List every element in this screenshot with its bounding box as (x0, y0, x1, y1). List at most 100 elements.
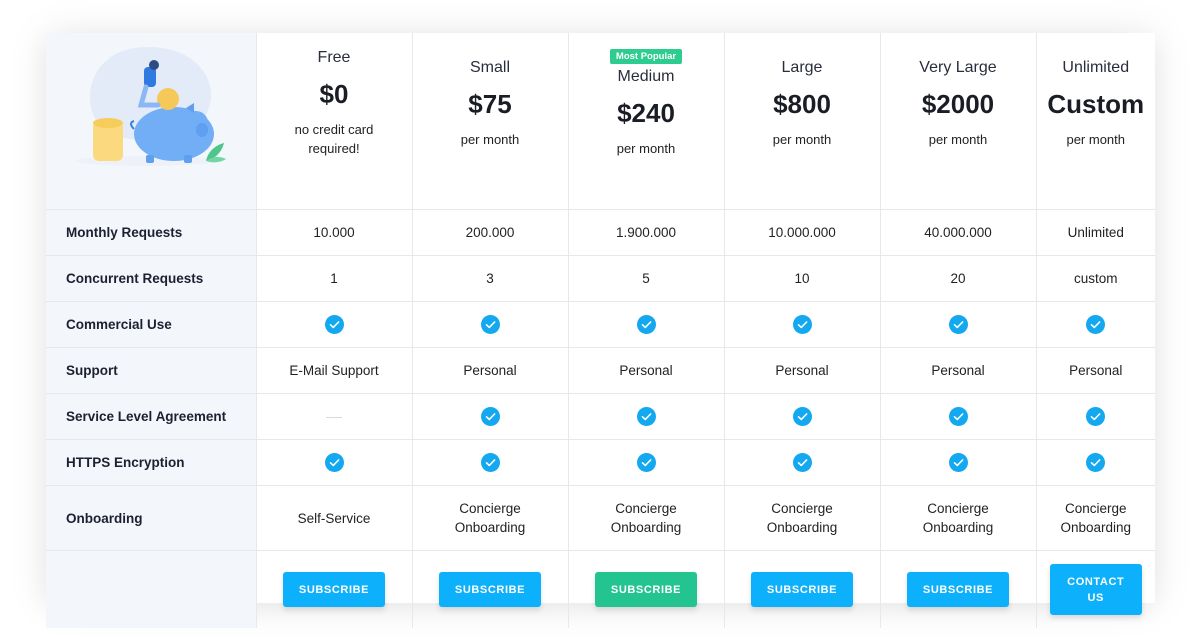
checkmark-icon (324, 453, 344, 472)
feature-label: Commercial Use (46, 301, 257, 348)
feature-value-line: Concierge (615, 501, 677, 516)
plan-price: $75 (468, 89, 512, 119)
feature-value: 20 (879, 255, 1037, 302)
feature-value: E-Mail Support (255, 347, 413, 394)
feature-value-line: Concierge (771, 501, 833, 516)
plan-header-small: Small $75 per month (411, 33, 569, 209)
feature-value-cell (723, 439, 881, 486)
empty-label-cell (46, 550, 257, 628)
feature-label: HTTPS Encryption (46, 439, 257, 486)
plan-header-row: Free $0 no credit card required! Small $… (46, 33, 1155, 209)
feature-value-cell (411, 439, 569, 486)
feature-label: Monthly Requests (46, 209, 257, 256)
pricing-table: Free $0 no credit card required! Small $… (46, 33, 1155, 209)
pricing-table-card: Free $0 no credit card required! Small $… (46, 33, 1155, 628)
feature-value-cell (879, 301, 1037, 348)
checkmark-icon (792, 453, 812, 472)
subscribe-button[interactable]: SUBSCRIBE (439, 572, 541, 607)
plan-name: Unlimited (1062, 59, 1130, 76)
not-included-dash-icon (326, 416, 342, 418)
checkmark-icon (480, 315, 500, 334)
feature-value-line: Concierge (927, 501, 989, 516)
plan-name: Free (317, 49, 351, 66)
feature-value-cell (567, 439, 725, 486)
feature-value-line: Concierge (459, 501, 521, 516)
feature-value: Personal (567, 347, 725, 394)
feature-value-cell (411, 393, 569, 440)
feature-value-cell (879, 393, 1037, 440)
feature-row: Commercial Use (46, 301, 1155, 348)
feature-value-line: Onboarding (922, 520, 994, 535)
button-label: CONTACT (1067, 575, 1125, 588)
feature-value: Personal (723, 347, 881, 394)
feature-value-cell (255, 439, 413, 486)
feature-value: 10.000 (255, 209, 413, 256)
feature-value-line: Self-Service (297, 510, 371, 526)
feature-value-cell (723, 393, 881, 440)
plan-subtitle: per month (1066, 132, 1126, 147)
checkmark-icon (636, 453, 656, 472)
plan-header-large: Large $800 per month (723, 33, 881, 209)
checkmark-icon (480, 453, 500, 472)
subscribe-button[interactable]: SUBSCRIBE (283, 572, 385, 607)
checkmark-icon (636, 407, 656, 426)
checkmark-icon (948, 315, 968, 334)
feature-label: Onboarding (46, 485, 257, 551)
feature-row: HTTPS Encryption (46, 439, 1155, 486)
feature-value-cell (1035, 301, 1155, 348)
feature-row: Support E-Mail Support Personal Personal Per… (46, 347, 1155, 394)
feature-value-cell (1035, 393, 1155, 440)
feature-value-line: Concierge (1064, 501, 1127, 516)
plan-name: Large (781, 59, 823, 76)
feature-value-cell (255, 393, 413, 440)
plan-price: $2000 (921, 89, 995, 119)
feature-row: Onboarding Self-Service Concierge Onboardin… (46, 485, 1155, 551)
feature-row: Service Level Agreement (46, 393, 1155, 440)
plan-price: Custom (1047, 89, 1145, 119)
button-label: SUBSCRIBE (610, 583, 682, 596)
action-cell: SUBSCRIBE (723, 550, 881, 628)
feature-value-cell (1035, 439, 1155, 486)
feature-value-cell: Concierge Onboarding (1035, 485, 1155, 551)
action-cell: SUBSCRIBE (255, 550, 413, 628)
button-label: SUBSCRIBE (454, 583, 526, 596)
feature-label: Service Level Agreement (46, 393, 257, 440)
subscribe-button[interactable]: SUBSCRIBE (595, 572, 697, 607)
checkmark-icon (1086, 315, 1106, 334)
feature-value-cell (723, 301, 881, 348)
feature-value: 1 (255, 255, 413, 302)
checkmark-icon (636, 315, 656, 334)
action-cell: SUBSCRIBE (411, 550, 569, 628)
contact-us-button[interactable]: CONTACT US (1049, 564, 1142, 615)
plan-header-very-large: Very Large $2000 per month (879, 33, 1037, 209)
subscribe-button[interactable]: SUBSCRIBE (907, 572, 1009, 607)
subscribe-button[interactable]: SUBSCRIBE (751, 572, 853, 607)
feature-value-cell: Self-Service (255, 485, 413, 551)
checkmark-icon (1086, 407, 1106, 426)
feature-value: 3 (411, 255, 569, 302)
feature-value: Personal (879, 347, 1037, 394)
feature-value: Unlimited (1035, 209, 1155, 256)
action-cell: SUBSCRIBE (879, 550, 1037, 628)
plan-price: $240 (617, 98, 675, 128)
feature-value: 5 (567, 255, 725, 302)
feature-label: Concurrent Requests (46, 255, 257, 302)
feature-value: Personal (411, 347, 569, 394)
button-label: SUBSCRIBE (766, 583, 838, 596)
plan-subtitle-line: required! (308, 141, 360, 156)
feature-value-cell (411, 301, 569, 348)
plan-header-free: Free $0 no credit card required! (255, 33, 413, 209)
feature-row: Monthly Requests 10.000 200.000 1.900.000 10… (46, 209, 1155, 256)
plan-name: Very Large (919, 59, 997, 76)
action-cell: CONTACT US (1035, 550, 1155, 628)
feature-value-cell (255, 301, 413, 348)
feature-label: Support (46, 347, 257, 394)
action-row: SUBSCRIBE SUBSCRIBE SUBSCRIBE SUBSCRIBE SUBS… (46, 550, 1155, 628)
plan-subtitle: no credit card required! (257, 120, 412, 158)
feature-value-line: Onboarding (454, 520, 526, 535)
plan-subtitle: per month (928, 132, 988, 147)
checkmark-icon (792, 315, 812, 334)
plan-subtitle: per month (616, 141, 676, 156)
feature-value-line: Onboarding (610, 520, 682, 535)
feature-value: 200.000 (411, 209, 569, 256)
